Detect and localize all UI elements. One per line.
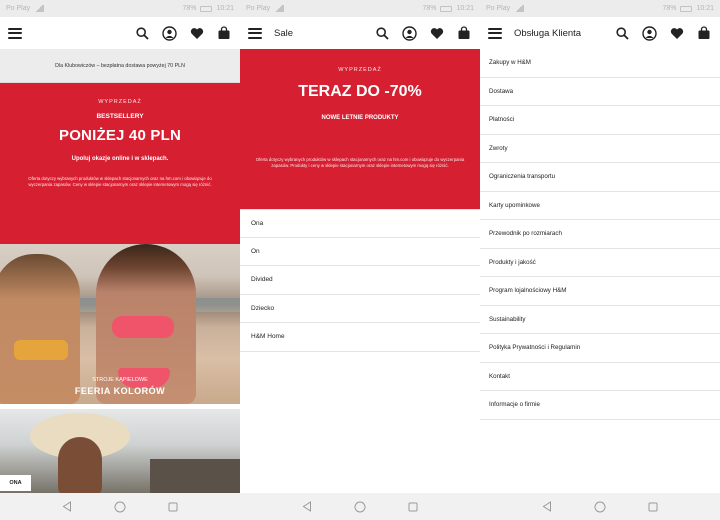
cs-item-produkty[interactable]: Produkty i jakość — [480, 249, 720, 277]
screens: Po Play 78% 10:21 Dla Klubowiczów – bezpł… — [0, 0, 720, 520]
cs-item-polityka[interactable]: Polityka Prywatności i Regulamin — [480, 334, 720, 363]
app-header: Obsługa Klienta — [480, 17, 720, 49]
category-item-divided[interactable]: Divided — [240, 266, 480, 295]
ona-button[interactable]: ONA — [0, 475, 31, 491]
screen-customer-service: Po Play 78% 10:21 Obsługa Klienta Zakupy … — [480, 0, 720, 520]
clock: 10:21 — [696, 5, 714, 12]
recents-icon[interactable] — [406, 500, 420, 514]
status-bar: Po Play 78% 10:21 — [0, 0, 240, 17]
customer-service-list: Zakupy w H&M Dostawa Płatności Zwroty Og… — [480, 49, 720, 420]
sale-headline: PONIŻEJ 40 PLN — [58, 127, 181, 144]
sale-subtitle: BESTSELLERY — [96, 113, 144, 120]
sale-kicker: WYPRZEDAŻ — [338, 67, 382, 73]
android-nav-bar — [240, 493, 480, 520]
android-nav-bar — [0, 493, 240, 520]
carrier-label: Po Play — [486, 5, 511, 12]
hamburger-icon[interactable] — [248, 27, 262, 39]
signal-icon — [274, 5, 285, 12]
signal-icon — [514, 5, 525, 12]
swimwear-promo-image[interactable]: STROJE KĄPIELOWE FEERIA KOLORÓW — [0, 244, 240, 404]
carrier-label: Po Play — [6, 5, 31, 12]
status-bar: Po Play 78% 10:21 — [240, 0, 480, 17]
sale-cta: NOWE LETNIE PRODUKTY — [321, 115, 399, 121]
back-icon[interactable] — [60, 500, 74, 514]
caption-title: FEERIA KOLORÓW — [74, 386, 166, 396]
heart-icon[interactable] — [188, 25, 205, 42]
sale-banner-70[interactable]: WYPRZEDAŻ TERAZ DO -70% NOWE LETNIE PROD… — [240, 49, 480, 209]
app-header: Sale — [240, 17, 480, 49]
cs-item-informacje[interactable]: Informacje o firmie — [480, 391, 720, 420]
cs-item-dostawa[interactable]: Dostawa — [480, 78, 720, 106]
background-shape — [150, 459, 240, 497]
heart-icon[interactable] — [428, 25, 445, 42]
cs-item-karty[interactable]: Karty upominkowe — [480, 192, 720, 220]
sale-fine-print: Oferta dotyczy wybranych produktów w skl… — [255, 157, 465, 169]
battery-icon — [200, 5, 213, 12]
back-icon[interactable] — [540, 500, 554, 514]
cs-item-przewodnik[interactable]: Przewodnik po rozmiarach — [480, 220, 720, 249]
sale-banner-bestsellers[interactable]: WYPRZEDAŻ BESTSELLERY PONIŻEJ 40 PLN Upo… — [0, 83, 240, 244]
sale-cta: Upoluj okazje online i w sklepach. — [71, 156, 169, 162]
battery-level: 78% — [422, 5, 437, 12]
hamburger-icon[interactable] — [488, 27, 502, 39]
caption-kicker: STROJE KĄPIELOWE — [92, 377, 148, 383]
category-item-hm-home[interactable]: H&M Home — [240, 323, 480, 352]
cs-item-zwroty[interactable]: Zwroty — [480, 135, 720, 163]
category-item-on[interactable]: On — [240, 238, 480, 266]
battery-level: 78% — [182, 5, 197, 12]
clock: 10:21 — [216, 5, 234, 12]
cs-item-ograniczenia[interactable]: Ograniczenia transportu — [480, 163, 720, 192]
battery-icon — [440, 5, 453, 12]
battery-icon — [680, 5, 693, 12]
category-list: Ona On Divided Dziecko H&M Home — [240, 209, 480, 352]
club-delivery-banner[interactable]: Dla Klubowiczów – bezpłatna dostawa powy… — [0, 49, 240, 83]
recents-icon[interactable] — [646, 500, 660, 514]
cs-item-platnosci[interactable]: Płatności — [480, 106, 720, 135]
page-title: Obsługa Klienta — [514, 27, 582, 39]
clock: 10:21 — [456, 5, 474, 12]
account-icon[interactable] — [641, 25, 658, 42]
search-icon[interactable] — [374, 25, 391, 42]
cs-item-sustainability[interactable]: Sustainability — [480, 306, 720, 334]
heart-icon[interactable] — [668, 25, 685, 42]
android-nav-bar — [480, 493, 720, 520]
recents-icon[interactable] — [166, 500, 180, 514]
category-item-dziecko[interactable]: Dziecko — [240, 295, 480, 323]
bag-icon[interactable] — [215, 25, 232, 42]
signal-icon — [34, 5, 45, 12]
cs-item-zakupy[interactable]: Zakupy w H&M — [480, 49, 720, 78]
sale-fine-print: Oferta dotyczy wybranych produktów w skl… — [28, 176, 212, 188]
cs-item-kontakt[interactable]: Kontakt — [480, 363, 720, 391]
home-icon[interactable] — [593, 500, 607, 514]
bag-icon[interactable] — [455, 25, 472, 42]
home-icon[interactable] — [113, 500, 127, 514]
account-icon[interactable] — [161, 25, 178, 42]
page-title: Sale — [274, 27, 294, 39]
pink-bikini-top-shape — [112, 316, 174, 338]
model-face-shape — [58, 437, 102, 497]
ona-promo-image[interactable]: ONA — [0, 409, 240, 497]
carrier-label: Po Play — [246, 5, 271, 12]
hamburger-icon[interactable] — [8, 27, 22, 39]
search-icon[interactable] — [134, 25, 151, 42]
status-bar: Po Play 78% 10:21 — [480, 0, 720, 17]
search-icon[interactable] — [614, 25, 631, 42]
screen-sale: Po Play 78% 10:21 Sale WYPRZEDAŻ TERAZ DO… — [240, 0, 480, 520]
account-icon[interactable] — [401, 25, 418, 42]
category-item-ona[interactable]: Ona — [240, 209, 480, 238]
yellow-bikini-shape — [14, 340, 68, 360]
home-icon[interactable] — [353, 500, 367, 514]
screen-home: Po Play 78% 10:21 Dla Klubowiczów – bezpł… — [0, 0, 240, 520]
cs-item-program[interactable]: Program lojalnościowy H&M — [480, 277, 720, 306]
sale-kicker: WYPRZEDAŻ — [98, 99, 142, 105]
battery-level: 78% — [662, 5, 677, 12]
back-icon[interactable] — [300, 500, 314, 514]
bag-icon[interactable] — [695, 25, 712, 42]
sale-headline: TERAZ DO -70% — [298, 83, 422, 100]
app-header — [0, 17, 240, 49]
photo-caption: STROJE KĄPIELOWE FEERIA KOLORÓW — [0, 377, 240, 396]
